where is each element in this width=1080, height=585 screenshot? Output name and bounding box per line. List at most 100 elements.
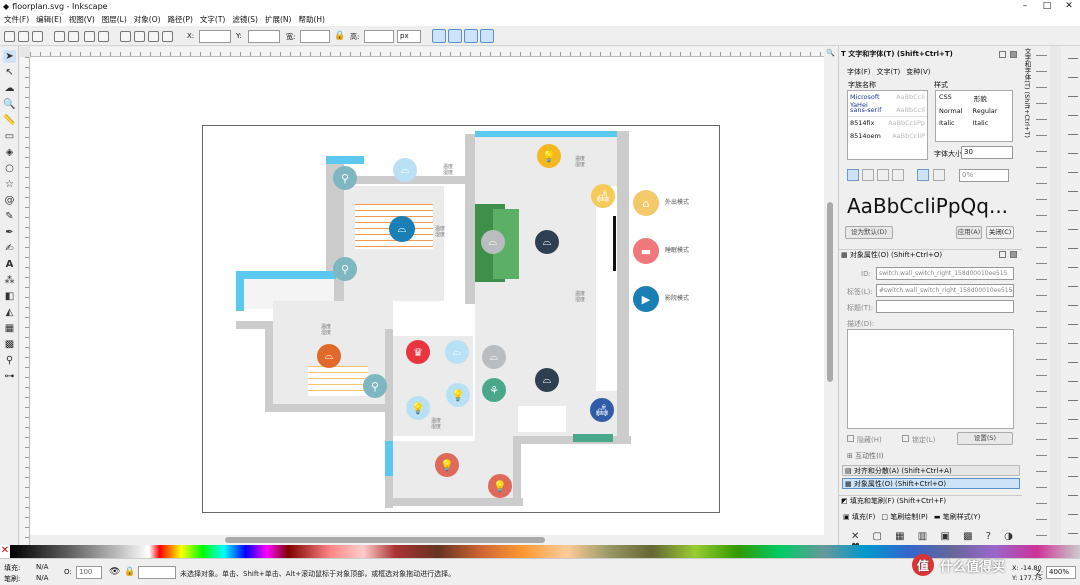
tab-stroke-style[interactable]: ▬ 笔刷样式(Y) <box>934 512 981 522</box>
transform-patterns-icon[interactable] <box>480 29 494 43</box>
scene-label-sleep[interactable]: 睡眠模式 <box>665 248 689 254</box>
align-right-icon[interactable] <box>877 169 889 181</box>
vertical-scrollbar[interactable] <box>824 57 836 535</box>
close-button[interactable]: ✕ <box>1058 0 1080 13</box>
zoom-field[interactable]: 400% <box>1046 566 1076 579</box>
tab-text[interactable]: 文字(T) <box>877 67 901 77</box>
ceiling-lamp-icon[interactable]: ⌓ <box>535 230 559 254</box>
scene-label-cinema[interactable]: 影院模式 <box>665 296 689 302</box>
desk-lamp-icon[interactable]: ⚲ <box>333 257 357 281</box>
panel-close-icon[interactable] <box>1010 51 1017 58</box>
object-properties-tab[interactable]: ▦ 对象属性(O) (Shift+Ctrl+O) <box>842 478 1020 489</box>
vertical-text-icon[interactable] <box>933 169 945 181</box>
no-color-swatch-icon[interactable]: ✕ <box>0 545 10 558</box>
description-textarea[interactable] <box>847 329 1014 429</box>
gradient-tool-icon[interactable]: ▦ <box>3 322 16 335</box>
interactivity-expander[interactable]: ⊞ 互动性(I) <box>847 451 884 461</box>
chandelier-icon[interactable]: ♛ <box>406 340 430 364</box>
deselect-icon[interactable] <box>32 31 43 42</box>
bulb-icon[interactable]: 💡 <box>435 453 459 477</box>
text-tool-icon[interactable]: A <box>3 258 16 271</box>
bed-icon[interactable]: ▬ <box>633 238 659 264</box>
scene-label-away[interactable]: 外出模式 <box>665 200 689 206</box>
pen-tool-icon[interactable]: ✒ <box>3 226 16 239</box>
minimize-button[interactable]: – <box>1014 0 1036 13</box>
snap-controls-column[interactable] <box>1068 46 1078 544</box>
layer-select[interactable] <box>138 566 176 579</box>
font-family-list[interactable]: Microsoft YaHei AaBbCcIi sans-serif AaBbCc… <box>847 90 928 160</box>
flip-horizontal-icon[interactable] <box>84 31 95 42</box>
box3d-tool-icon[interactable]: ◈ <box>3 146 16 159</box>
measure-tool-icon[interactable]: 📏 <box>3 114 16 127</box>
font-family-item[interactable]: 8514oem AaBbCcIiP <box>848 130 927 143</box>
vertical-scroll-thumb[interactable] <box>827 202 833 382</box>
mesh-tool-icon[interactable]: ▩ <box>3 338 16 351</box>
font-style-list[interactable]: CSS 形貌 Normal Regular Italic Italic <box>935 90 1013 142</box>
pendant-lamp-icon[interactable]: ⚘ <box>482 378 506 402</box>
scale-stroke-icon[interactable] <box>432 29 446 43</box>
vertical-ruler[interactable] <box>20 57 30 547</box>
menu-filters[interactable]: 滤镜(S) <box>232 14 258 25</box>
tab-variants[interactable]: 变种(V) <box>906 67 930 77</box>
apply-button[interactable]: 应用(A) <box>956 226 982 239</box>
bulb-icon[interactable]: 💡 <box>537 144 561 168</box>
panel-iconify-icon[interactable] <box>999 51 1006 58</box>
flip-vertical-icon[interactable] <box>98 31 109 42</box>
rectangle-tool-icon[interactable]: ▭ <box>3 130 16 143</box>
menu-layer[interactable]: 图层(L) <box>102 14 127 25</box>
font-family-item[interactable]: Microsoft YaHei AaBbCcIi <box>848 91 927 109</box>
id-field[interactable]: switch.wall_switch_right_158d00010ee515 <box>876 267 1014 280</box>
menu-view[interactable]: 视图(V) <box>69 14 95 25</box>
close-panel-button[interactable]: 关闭(C) <box>986 226 1014 239</box>
camera-icon[interactable]: ▶ <box>633 286 659 312</box>
lower-to-bottom-icon[interactable] <box>162 31 173 42</box>
desk-lamp-icon[interactable]: ⚲ <box>363 374 387 398</box>
bucket-tool-icon[interactable]: ◭ <box>3 306 16 319</box>
menu-extensions[interactable]: 扩展(N) <box>265 14 291 25</box>
y-field[interactable] <box>248 30 280 43</box>
zoom-tool-icon[interactable]: 🔍 <box>3 98 16 111</box>
calligraphy-tool-icon[interactable]: ✍ <box>3 242 16 255</box>
star-tool-icon[interactable]: ☆ <box>3 178 16 191</box>
width-field[interactable] <box>300 30 330 43</box>
lock-icon[interactable]: 🔒 <box>124 567 135 577</box>
raise-icon[interactable] <box>134 31 145 42</box>
ceiling-lamp-icon[interactable]: ⌓ <box>393 158 417 182</box>
transform-gradients-icon[interactable] <box>464 29 478 43</box>
rotate-ccw-icon[interactable] <box>54 31 65 42</box>
raise-to-top-icon[interactable] <box>120 31 131 42</box>
set-default-button[interactable]: 设为默认(D) <box>845 226 893 239</box>
commands-column[interactable] <box>1036 46 1047 544</box>
ceiling-lamp-icon[interactable]: ⌓ <box>535 368 559 392</box>
sofa-lamp-icon[interactable]: 🛋 <box>590 398 614 422</box>
tab-fill[interactable]: ▣ 填充(F) <box>843 512 875 522</box>
ellipse-tool-icon[interactable]: ○ <box>3 162 16 175</box>
title-field[interactable] <box>876 300 1014 313</box>
bulb-icon[interactable]: 💡 <box>446 383 470 407</box>
spiral-tool-icon[interactable]: @ <box>3 194 16 207</box>
tab-stroke-paint[interactable]: □ 笔刷绘制(P) <box>881 512 928 522</box>
style-item[interactable]: Italic Italic <box>936 117 1012 129</box>
font-size-input[interactable]: 30 <box>961 146 1013 159</box>
select-all-layers-icon[interactable] <box>18 31 29 42</box>
font-family-item[interactable]: 8514fix AaBbCcIiPp <box>848 117 927 130</box>
lock-icon[interactable]: 🔒 <box>334 31 345 41</box>
bulb-icon[interactable]: 💡 <box>406 396 430 420</box>
ceiling-lamp-icon[interactable]: ⌓ <box>482 345 506 369</box>
menu-path[interactable]: 路径(P) <box>168 14 193 25</box>
horizontal-text-icon[interactable] <box>917 169 929 181</box>
menu-file[interactable]: 文件(F) <box>4 14 29 25</box>
x-field[interactable] <box>199 30 231 43</box>
pencil-tool-icon[interactable]: ✎ <box>3 210 16 223</box>
zoom-corner-icon[interactable]: 🔍 <box>826 49 836 57</box>
select-all-icon[interactable] <box>4 31 15 42</box>
tab-font[interactable]: 字体(F) <box>847 67 871 77</box>
hide-checkbox[interactable] <box>847 435 854 442</box>
lock-checkbox[interactable] <box>902 435 909 442</box>
align-center-icon[interactable] <box>862 169 874 181</box>
desk-lamp-icon[interactable]: ⚲ <box>333 166 357 190</box>
snap-column[interactable] <box>1050 46 1061 544</box>
bulb-icon[interactable]: 💡 <box>488 474 512 498</box>
connector-tool-icon[interactable]: ⊶ <box>3 370 16 383</box>
tweak-tool-icon[interactable]: ☁ <box>3 82 16 95</box>
